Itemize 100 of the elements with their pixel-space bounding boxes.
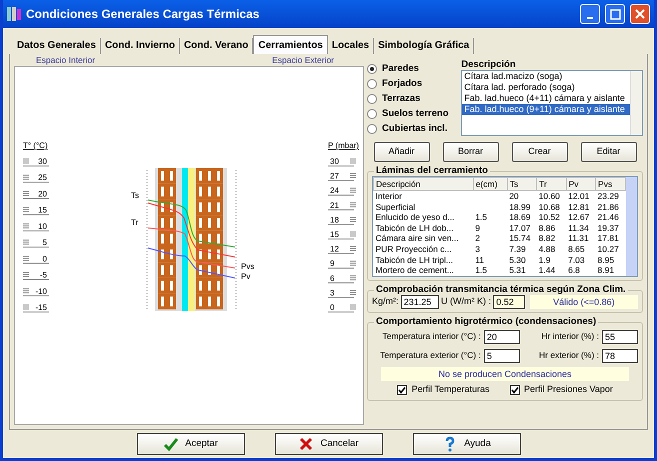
list-item[interactable]: Fab. lad.hueco (4+11) cámara y aislante (462, 93, 630, 104)
axis-label: 15 (330, 230, 339, 239)
table-cell: 11.34 (566, 222, 596, 234)
tab[interactable]: Locales (328, 38, 374, 54)
checkbox[interactable] (397, 385, 408, 395)
action-button[interactable]: Crear (512, 142, 568, 162)
table-cell: PUR Proyección c... (374, 244, 474, 255)
input-field[interactable]: 20 (484, 330, 520, 344)
table-cell: 9 (473, 222, 508, 234)
close-icon (634, 8, 646, 20)
axis-label: 27 (330, 172, 339, 181)
axis-label: 25 (38, 173, 47, 182)
window-title: Condiciones Generales Cargas Térmicas (26, 6, 260, 23)
column-header[interactable]: Descripción (374, 178, 474, 190)
table-cell: 19.37 (596, 222, 626, 234)
tab[interactable]: Datos Generales (13, 38, 101, 54)
axis-label: 9 (330, 259, 334, 268)
column-header[interactable]: e(cm) (473, 178, 508, 190)
table-cell: 12.67 (566, 212, 596, 223)
axis-label: 15 (38, 206, 47, 215)
table-cell: 12.01 (566, 190, 596, 202)
axis-label: -10 (35, 286, 47, 296)
table-cell: 6.8 (566, 265, 596, 276)
dialog-button[interactable]: Aceptar (136, 433, 244, 455)
weight-field[interactable]: 231.25 (400, 295, 439, 309)
close-icon (298, 436, 314, 452)
status-message: Válido (<=0.86) (530, 295, 638, 309)
description-list[interactable]: Cítara lad.macizo (soga) Cítara lad. perforado (soga) Fab. lad.hueco (4+11) cámara y aislante Fab. lad.hueco (9+11) cámara y aislante (461, 70, 643, 136)
table-cell: 8.86 (536, 222, 566, 234)
column-header[interactable]: Tr (536, 178, 566, 190)
minimize-button[interactable] (580, 4, 600, 24)
radio-option[interactable]: Paredes (367, 62, 459, 76)
table-cell: 17.81 (596, 233, 626, 244)
action-button[interactable]: Añadir (374, 142, 430, 162)
table-cell: 23.29 (596, 190, 626, 202)
axis-label: -5 (40, 270, 47, 280)
section-label: Espacio Exterior (272, 54, 334, 66)
app-icon (7, 6, 21, 22)
table-cell: 18.69 (507, 212, 537, 223)
field-label: Temperatura exterior (°C) : (379, 349, 481, 362)
column-header[interactable]: Pvs (596, 178, 626, 190)
tab[interactable]: Cond. Invierno (100, 38, 180, 54)
close-button[interactable] (630, 4, 650, 24)
radio-option[interactable]: Cubiertas incl. (367, 122, 459, 136)
table-cell: 1.9 (536, 254, 566, 266)
dialog-button[interactable]: Cancelar (274, 433, 382, 455)
input-field[interactable]: 55 (602, 330, 638, 344)
table-cell: 21.46 (596, 212, 626, 223)
maximize-button[interactable] (605, 4, 625, 24)
curve-label: Tr (131, 218, 138, 227)
table-cell: 18.99 (507, 202, 537, 212)
field-label: Kg/m²: (372, 295, 399, 308)
input-field[interactable]: 5 (484, 348, 520, 362)
scrollbar[interactable] (630, 71, 642, 135)
tab[interactable]: Simbología Gráfica (374, 38, 474, 54)
column-header[interactable]: Pv (566, 178, 596, 190)
list-item[interactable]: Cítara lad. perforado (soga) (462, 82, 630, 93)
table-cell: 10.27 (596, 244, 626, 255)
scrollbar[interactable] (626, 177, 637, 276)
radio-option[interactable]: Suelos terreno (367, 107, 459, 122)
column-header[interactable]: Ts (507, 178, 537, 190)
list-item[interactable]: Fab. lad.hueco (9+11) cámara y aislante (462, 104, 630, 115)
action-button[interactable]: Editar (580, 142, 636, 162)
tab[interactable]: Cerramientos (253, 35, 328, 54)
table-cell: 17.07 (507, 222, 537, 234)
table-cell: 10.60 (536, 190, 566, 202)
field-label: Hr interior (%) : (540, 330, 599, 343)
table-cell: 5.30 (507, 254, 537, 266)
axis-label: 21 (330, 200, 339, 210)
radio-option[interactable]: Terrazas (367, 92, 459, 106)
table-cell: Mortero de cement... (374, 265, 474, 276)
table-cell: Enlucido de yeso d... (374, 212, 474, 223)
table-cell: Cámara aire sin ven... (374, 233, 474, 244)
field-label: Hr exterior (%) : (538, 349, 599, 362)
checkbox-label: Perfil Presiones Vapor (524, 383, 613, 396)
table-cell: 11 (473, 254, 508, 266)
checkbox[interactable] (510, 385, 520, 395)
curve-label: Pvs (241, 262, 254, 271)
section-label: Espacio Interior (36, 54, 96, 66)
dialog-button[interactable]: Ayuda (412, 433, 520, 455)
table-cell: 8.95 (596, 254, 626, 266)
table-cell: 7.39 (507, 244, 537, 255)
input-field[interactable]: 78 (602, 348, 638, 362)
axis-label: -15 (35, 303, 47, 312)
axis-label: 18 (330, 215, 339, 224)
u-value-field[interactable]: 0.52 (493, 295, 526, 309)
axis-label: 5 (42, 238, 47, 248)
table-cell: Tabicón de LH tripl... (374, 254, 474, 266)
radio-option[interactable]: Forjados (367, 77, 459, 92)
list-header: Descripción (461, 60, 517, 70)
table-cell: 8.82 (536, 233, 566, 244)
table-cell: 1.44 (536, 265, 566, 276)
axis-label: 30 (38, 157, 47, 166)
axis-title: T° (°C) (23, 141, 48, 150)
list-item[interactable]: Cítara lad.macizo (soga) (462, 71, 630, 82)
axis-label: 20 (38, 189, 47, 198)
action-button[interactable]: Borrar (442, 142, 498, 162)
table-cell: 15.74 (507, 233, 537, 244)
table-cell: Interior (374, 190, 474, 202)
table-cell: 12.81 (566, 202, 596, 212)
